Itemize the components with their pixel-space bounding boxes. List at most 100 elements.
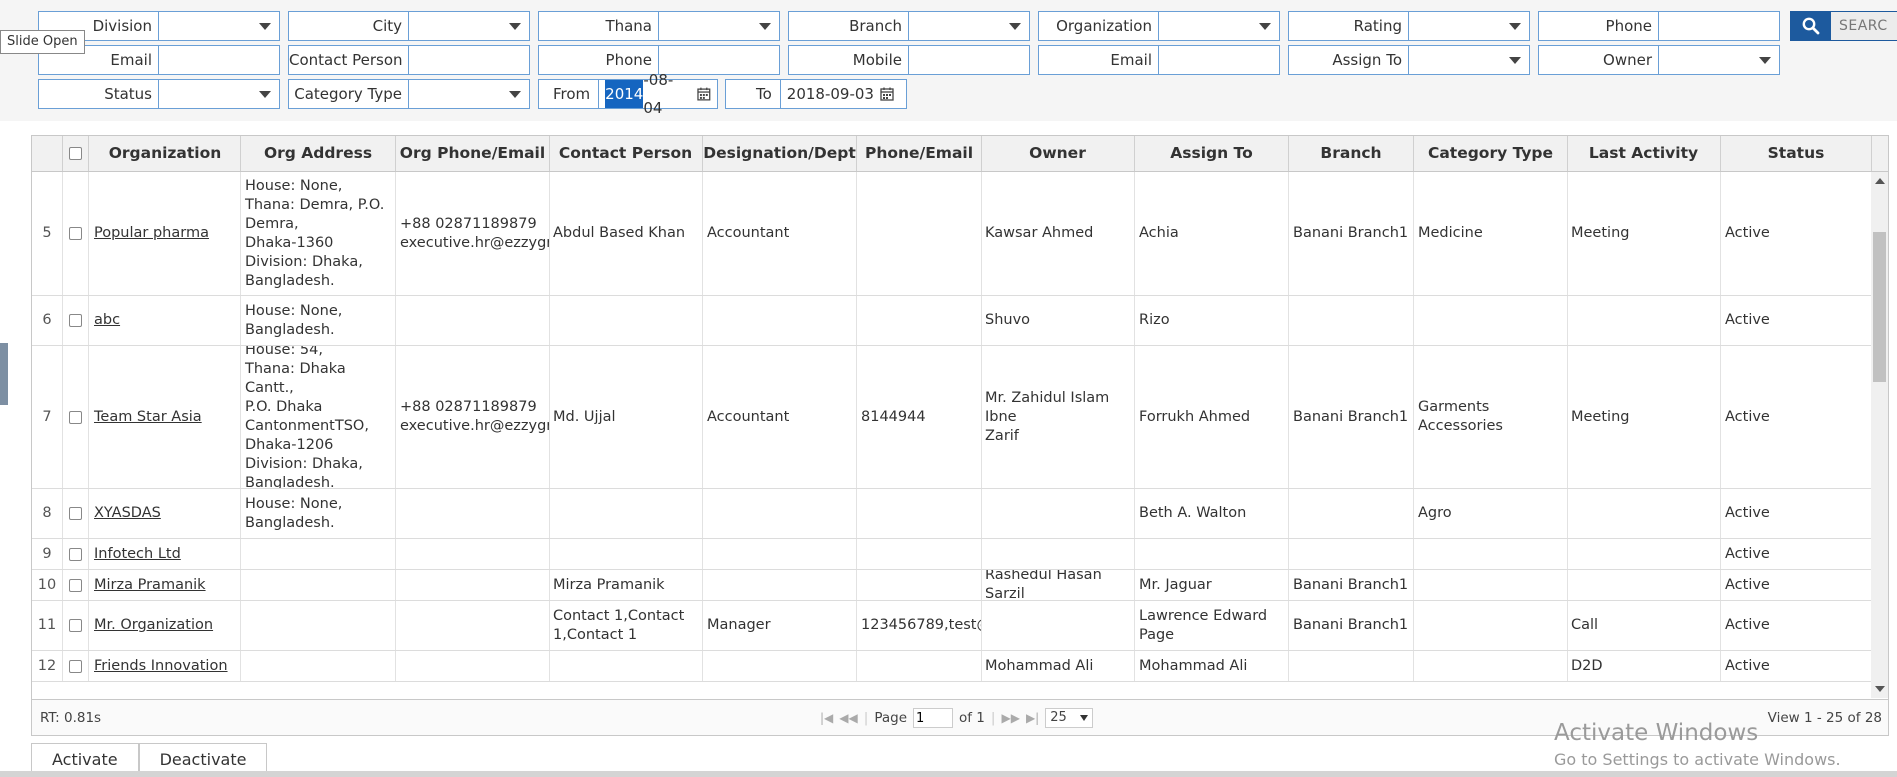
- row-select[interactable]: [63, 601, 89, 650]
- vertical-scrollbar[interactable]: [1871, 172, 1888, 698]
- row-select[interactable]: [63, 570, 89, 600]
- cell-text: Agro: [1418, 505, 1452, 521]
- cell-text: Mohammad Ali: [985, 657, 1094, 674]
- cell-org[interactable]: abc: [90, 296, 241, 345]
- cell-text: Mohammad Ali: [1139, 657, 1248, 674]
- first-page-icon[interactable]: |◀: [820, 711, 833, 725]
- branch-select[interactable]: [909, 12, 1029, 40]
- column-header-org-phone-email[interactable]: Org Phone/Email: [396, 136, 550, 171]
- column-header-last-activity[interactable]: Last Activity: [1567, 136, 1721, 171]
- from-date-rest-text: -08-04: [643, 71, 674, 117]
- prev-page-icon[interactable]: ◀◀: [839, 711, 857, 725]
- cell-org[interactable]: Mr. Organization: [90, 601, 241, 650]
- row-select[interactable]: [63, 651, 89, 681]
- cell-org[interactable]: Mirza Pramanik: [90, 570, 241, 600]
- cell-text: Beth A. Walton: [1139, 505, 1247, 521]
- row-select[interactable]: [63, 539, 89, 569]
- column-header-phone-email[interactable]: Phone/Email: [857, 136, 982, 171]
- mobile-text-field[interactable]: [909, 46, 1029, 74]
- cell-org[interactable]: Friends Innovation: [90, 651, 241, 681]
- row-checkbox[interactable]: [69, 314, 82, 327]
- row-checkbox[interactable]: [69, 659, 82, 673]
- organization-link[interactable]: Popular pharma: [94, 224, 209, 243]
- from-date-input[interactable]: 2014 -08-04: [599, 71, 717, 117]
- select-all-checkbox[interactable]: [69, 147, 82, 160]
- row-checkbox[interactable]: [69, 410, 82, 424]
- organization-link[interactable]: Mirza Pramanik: [94, 576, 206, 595]
- organization-select[interactable]: [1159, 12, 1279, 40]
- email-text-field[interactable]: [159, 46, 279, 74]
- cell-org[interactable]: XYASDAS: [90, 489, 241, 538]
- row-checkbox[interactable]: [69, 578, 82, 592]
- page-number-input[interactable]: [913, 708, 953, 728]
- division-select[interactable]: [159, 12, 279, 40]
- category-type-select[interactable]: [409, 80, 529, 108]
- owner-select[interactable]: [1659, 46, 1779, 74]
- mobile-filter: Mobile: [788, 45, 1030, 75]
- row-checkbox[interactable]: [69, 227, 82, 240]
- email-input[interactable]: [1159, 46, 1279, 74]
- row-select[interactable]: [63, 296, 89, 345]
- cell-text: Active: [1725, 505, 1770, 521]
- cell-address: House: None, Bangladesh.: [241, 489, 396, 538]
- organization-link[interactable]: Team Star Asia: [94, 408, 202, 427]
- cell-org[interactable]: Popular pharma: [90, 172, 241, 295]
- row-select[interactable]: [63, 489, 89, 538]
- rating-select[interactable]: [1409, 12, 1529, 40]
- slide-panel-handle[interactable]: [0, 343, 8, 405]
- category-type-filter-label: Category Type: [289, 80, 409, 108]
- last-page-icon[interactable]: ▶|: [1026, 711, 1039, 725]
- cell-text: Meeting: [1571, 408, 1630, 425]
- cell-assign-to: Mr. Jaguar: [1135, 570, 1289, 600]
- column-header-branch[interactable]: Branch: [1289, 136, 1414, 171]
- search-button[interactable]: SEARC: [1790, 11, 1897, 41]
- phone-text-field[interactable]: [1659, 12, 1779, 40]
- status-filter-label: Status: [39, 80, 159, 108]
- row-checkbox[interactable]: [69, 547, 82, 561]
- row-number: 7: [32, 346, 63, 488]
- organization-link[interactable]: Friends Innovation: [94, 657, 228, 676]
- email-text-field[interactable]: [1159, 46, 1279, 74]
- column-header-category-type[interactable]: Category Type: [1414, 136, 1568, 171]
- to-date-input[interactable]: 2018-09-03: [781, 80, 900, 108]
- organization-link[interactable]: Mr. Organization: [94, 616, 213, 635]
- organization-link[interactable]: XYASDAS: [94, 504, 161, 523]
- column-header-owner[interactable]: Owner: [981, 136, 1135, 171]
- row-select[interactable]: [63, 346, 89, 488]
- scroll-up-icon[interactable]: [1875, 178, 1885, 184]
- calendar-icon[interactable]: [880, 87, 894, 101]
- scroll-down-icon[interactable]: [1875, 686, 1885, 692]
- scroll-thumb[interactable]: [1873, 232, 1886, 382]
- cell-designation: [703, 539, 857, 569]
- row-checkbox[interactable]: [69, 619, 82, 632]
- bottom-scrollbar[interactable]: [0, 771, 1897, 777]
- column-header-organization[interactable]: Organization: [90, 136, 241, 171]
- column-header-contact-person[interactable]: Contact Person: [549, 136, 703, 171]
- cell-text: Mirza Pramanik: [553, 576, 665, 593]
- phone-input[interactable]: [1659, 12, 1779, 40]
- column-header-org-address[interactable]: Org Address: [241, 136, 396, 171]
- table-row: 12 Friends Innovation Mohammad Ali Mohammad…: [32, 651, 1872, 682]
- organization-link[interactable]: Infotech Ltd: [94, 545, 181, 564]
- cell-org[interactable]: Infotech Ltd: [90, 539, 241, 569]
- thana-select[interactable]: [659, 12, 779, 40]
- organization-link[interactable]: abc: [94, 311, 120, 330]
- city-select[interactable]: [409, 12, 529, 40]
- row-checkbox[interactable]: [69, 507, 82, 520]
- table-row: 5 Popular pharma House: None, Thana: Demra…: [32, 172, 1872, 296]
- contact-person-input[interactable]: [409, 46, 529, 74]
- calendar-icon[interactable]: [697, 87, 711, 101]
- assign-to-select[interactable]: [1409, 46, 1529, 74]
- email-input[interactable]: [159, 46, 279, 74]
- contact-person-text-field[interactable]: [409, 46, 529, 74]
- column-header-assign-to[interactable]: Assign To: [1135, 136, 1289, 171]
- mobile-input[interactable]: [909, 46, 1029, 74]
- page-size-select[interactable]: 25: [1045, 708, 1094, 728]
- column-header-status[interactable]: Status: [1721, 136, 1872, 171]
- next-page-icon[interactable]: ▶▶: [1001, 711, 1019, 725]
- status-select[interactable]: [159, 80, 279, 108]
- cell-org[interactable]: Team Star Asia: [90, 346, 241, 488]
- column-header-designation-dept[interactable]: Designation/Dept: [703, 136, 857, 171]
- row-select[interactable]: [63, 172, 89, 295]
- header-select-all[interactable]: [63, 136, 89, 171]
